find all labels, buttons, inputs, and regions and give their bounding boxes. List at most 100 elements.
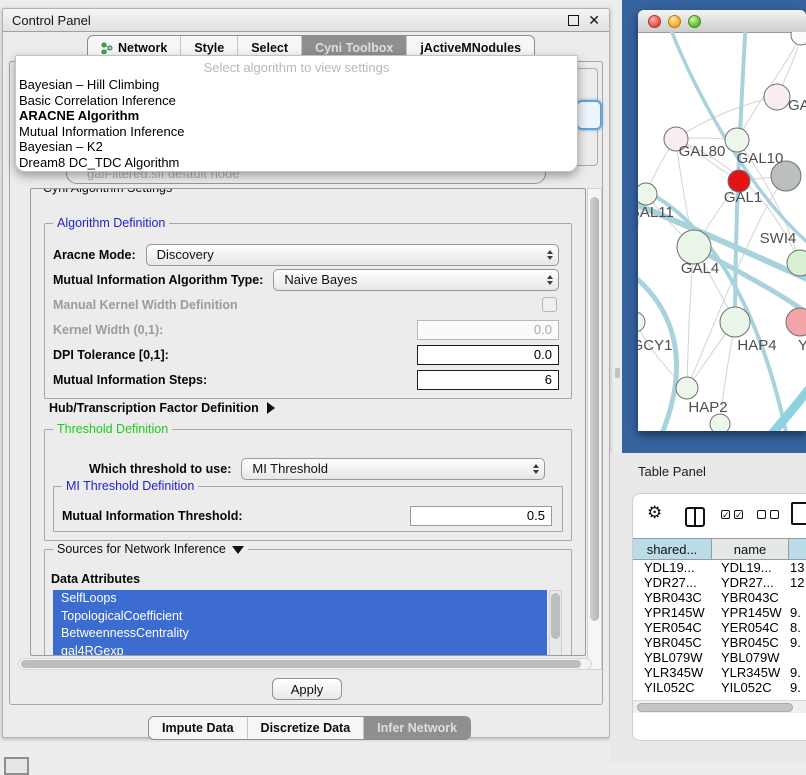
manual-kernel-checkbox[interactable] [542, 297, 557, 312]
new-table-icon[interactable] [791, 502, 806, 525]
attribute-list-scrollbar[interactable] [549, 590, 562, 656]
collapse-arrow-icon[interactable] [232, 546, 244, 554]
mi-type-label: Mutual Information Algorithm Type: [53, 273, 263, 287]
tab-label: Cyni Toolbox [315, 41, 393, 55]
network-node[interactable] [710, 414, 730, 431]
network-node[interactable] [720, 307, 750, 337]
mi-type-select[interactable]: Naive Bayes [273, 269, 559, 291]
column-header-shared...[interactable]: shared... [633, 539, 712, 559]
attribute-list-item[interactable]: BetweennessCentrality [53, 625, 547, 643]
network-node[interactable] [725, 128, 749, 152]
deselect-all-icon[interactable] [757, 510, 779, 519]
cell-name: YER054C [712, 620, 789, 635]
cell-value: 9. [789, 680, 806, 692]
dropdown-item[interactable]: Mutual Information Inference [16, 124, 577, 140]
network-view-window: GALGAL80GAL10GAL1GAL11GAL4SWI4GCY1HAP4YH… [638, 10, 806, 431]
attribute-list-item[interactable]: gal4RGexp [53, 643, 547, 657]
settings-group-legend: Cyni Algorithm Settings [39, 188, 176, 195]
tab-label: Impute Data [162, 721, 234, 735]
cell-value: 8. [789, 620, 806, 635]
apply-button[interactable]: Apply [272, 678, 342, 700]
checked-box-icon: ✓ [734, 510, 743, 519]
table-horizontal-scrollbar[interactable] [633, 700, 806, 713]
node-label: GAL4 [681, 260, 719, 277]
tab-impute-data[interactable]: Impute Data [149, 717, 247, 739]
node-label: GAL10 [737, 150, 784, 167]
dropdown-item[interactable]: Dream8 DC_TDC Algorithm [16, 155, 577, 171]
column-header-name[interactable]: name [712, 539, 789, 559]
tab-infer-network[interactable]: Infer Network [363, 717, 470, 739]
node-label: HAP4 [737, 337, 776, 354]
network-node[interactable] [638, 183, 657, 205]
mi-threshold-field[interactable]: 0.5 [410, 506, 552, 526]
table-row[interactable]: YBR043CYBR043C [633, 590, 806, 605]
float-window-icon[interactable] [568, 15, 579, 26]
control-panel-titlebar: Control Panel ✕ [3, 9, 609, 32]
table-row[interactable]: YBL079WYBL079W [633, 650, 806, 665]
which-threshold-select[interactable]: MI Threshold [241, 458, 545, 480]
panel-splitter-handle[interactable] [615, 368, 620, 378]
tab-discretize-data[interactable]: Discretize Data [247, 717, 364, 739]
attribute-list-item[interactable]: SelfLoops [53, 590, 547, 608]
table-row[interactable]: YDL19...YDL19...13 [633, 560, 806, 575]
algorithm-select-focus-ring[interactable] [576, 100, 602, 130]
unchecked-box-icon [757, 510, 766, 519]
network-node[interactable] [791, 32, 806, 45]
column-header-extra[interactable] [789, 539, 806, 559]
aracne-mode-select[interactable]: Discovery [146, 244, 559, 266]
minimize-traffic-light[interactable] [668, 15, 681, 28]
cell-shared-name: YDL19... [633, 560, 712, 575]
mi-steps-label: Mutual Information Steps: [53, 373, 207, 387]
gear-icon[interactable]: ⚙ [647, 503, 662, 523]
table-row[interactable]: YER054CYER054C8. [633, 620, 806, 635]
select-all-icon[interactable]: ✓ ✓ [721, 510, 743, 519]
dropdown-item-list: Bayesian – Hill ClimbingBasic Correlatio… [16, 77, 577, 171]
hub-definition-expander[interactable]: Hub/Transcription Factor Definition [49, 401, 275, 415]
cell-shared-name: YPR145W [633, 605, 712, 620]
network-node[interactable] [764, 84, 790, 110]
attribute-list-item[interactable]: TopologicalCoefficient [53, 608, 547, 626]
dropdown-item[interactable]: Bayesian – K2 [16, 139, 577, 155]
cell-name: YBR043C [712, 590, 789, 605]
table-panel: Table Panel ⚙ ✓ ✓ shared...name YDL19...… [610, 453, 806, 762]
scrollbar-thumb[interactable] [551, 593, 560, 639]
sources-group: Sources for Network Inference Data Attri… [44, 549, 572, 656]
dropdown-item[interactable]: Basic Correlation Inference [16, 93, 577, 109]
table-row[interactable]: YPR145WYPR145W9. [633, 605, 806, 620]
network-canvas[interactable]: GALGAL80GAL10GAL1GAL11GAL4SWI4GCY1HAP4YH… [638, 32, 806, 431]
cell-shared-name: YIL052C [633, 680, 712, 692]
threshold-definition-group: Threshold Definition Which threshold to … [44, 429, 572, 541]
scrollbar-thumb[interactable] [590, 197, 599, 621]
close-icon[interactable]: ✕ [588, 13, 600, 27]
table-row[interactable]: YIL052CYIL052C9. [633, 680, 806, 692]
aracne-mode-label: Aracne Mode: [53, 248, 136, 262]
network-node[interactable] [786, 308, 806, 336]
dpi-tolerance-field[interactable]: 0.0 [417, 345, 559, 365]
settings-vertical-scrollbar[interactable] [587, 188, 602, 670]
attribute-list[interactable]: SelfLoopsTopologicalCoefficientBetweenne… [53, 590, 547, 656]
scrollbar-thumb[interactable] [637, 703, 793, 712]
zoom-traffic-light[interactable] [688, 15, 701, 28]
checked-box-icon: ✓ [721, 510, 730, 519]
tab-label: Discretize Data [261, 721, 351, 735]
minimized-panel-button[interactable] [4, 757, 29, 775]
network-node[interactable] [677, 230, 711, 264]
mi-steps-field[interactable]: 6 [417, 370, 559, 390]
dropdown-item[interactable]: ARACNE Algorithm [16, 108, 577, 124]
cell-shared-name: YBR043C [633, 590, 712, 605]
close-traffic-light[interactable] [648, 15, 661, 28]
network-node[interactable] [676, 377, 698, 399]
table-row[interactable]: YLR345WYLR345W9. [633, 665, 806, 680]
table-row[interactable]: YDR27...YDR27...12 [633, 575, 806, 590]
table-row[interactable]: YBR045CYBR045C9. [633, 635, 806, 650]
network-node[interactable] [638, 312, 645, 332]
cyni-algorithm-settings-group: Cyni Algorithm Settings Algorithm Defini… [30, 188, 586, 656]
dropdown-item[interactable]: Bayesian – Hill Climbing [16, 77, 577, 93]
cell-name: YBL079W [712, 650, 789, 665]
column-view-icon[interactable] [685, 507, 705, 527]
kernel-width-field[interactable]: 0.0 [417, 320, 559, 340]
settings-horizontal-scrollbar[interactable] [18, 658, 592, 670]
cell-name: YDL19... [712, 560, 789, 575]
scrollbar-thumb[interactable] [21, 660, 581, 668]
node-label: GCY1 [638, 337, 672, 354]
